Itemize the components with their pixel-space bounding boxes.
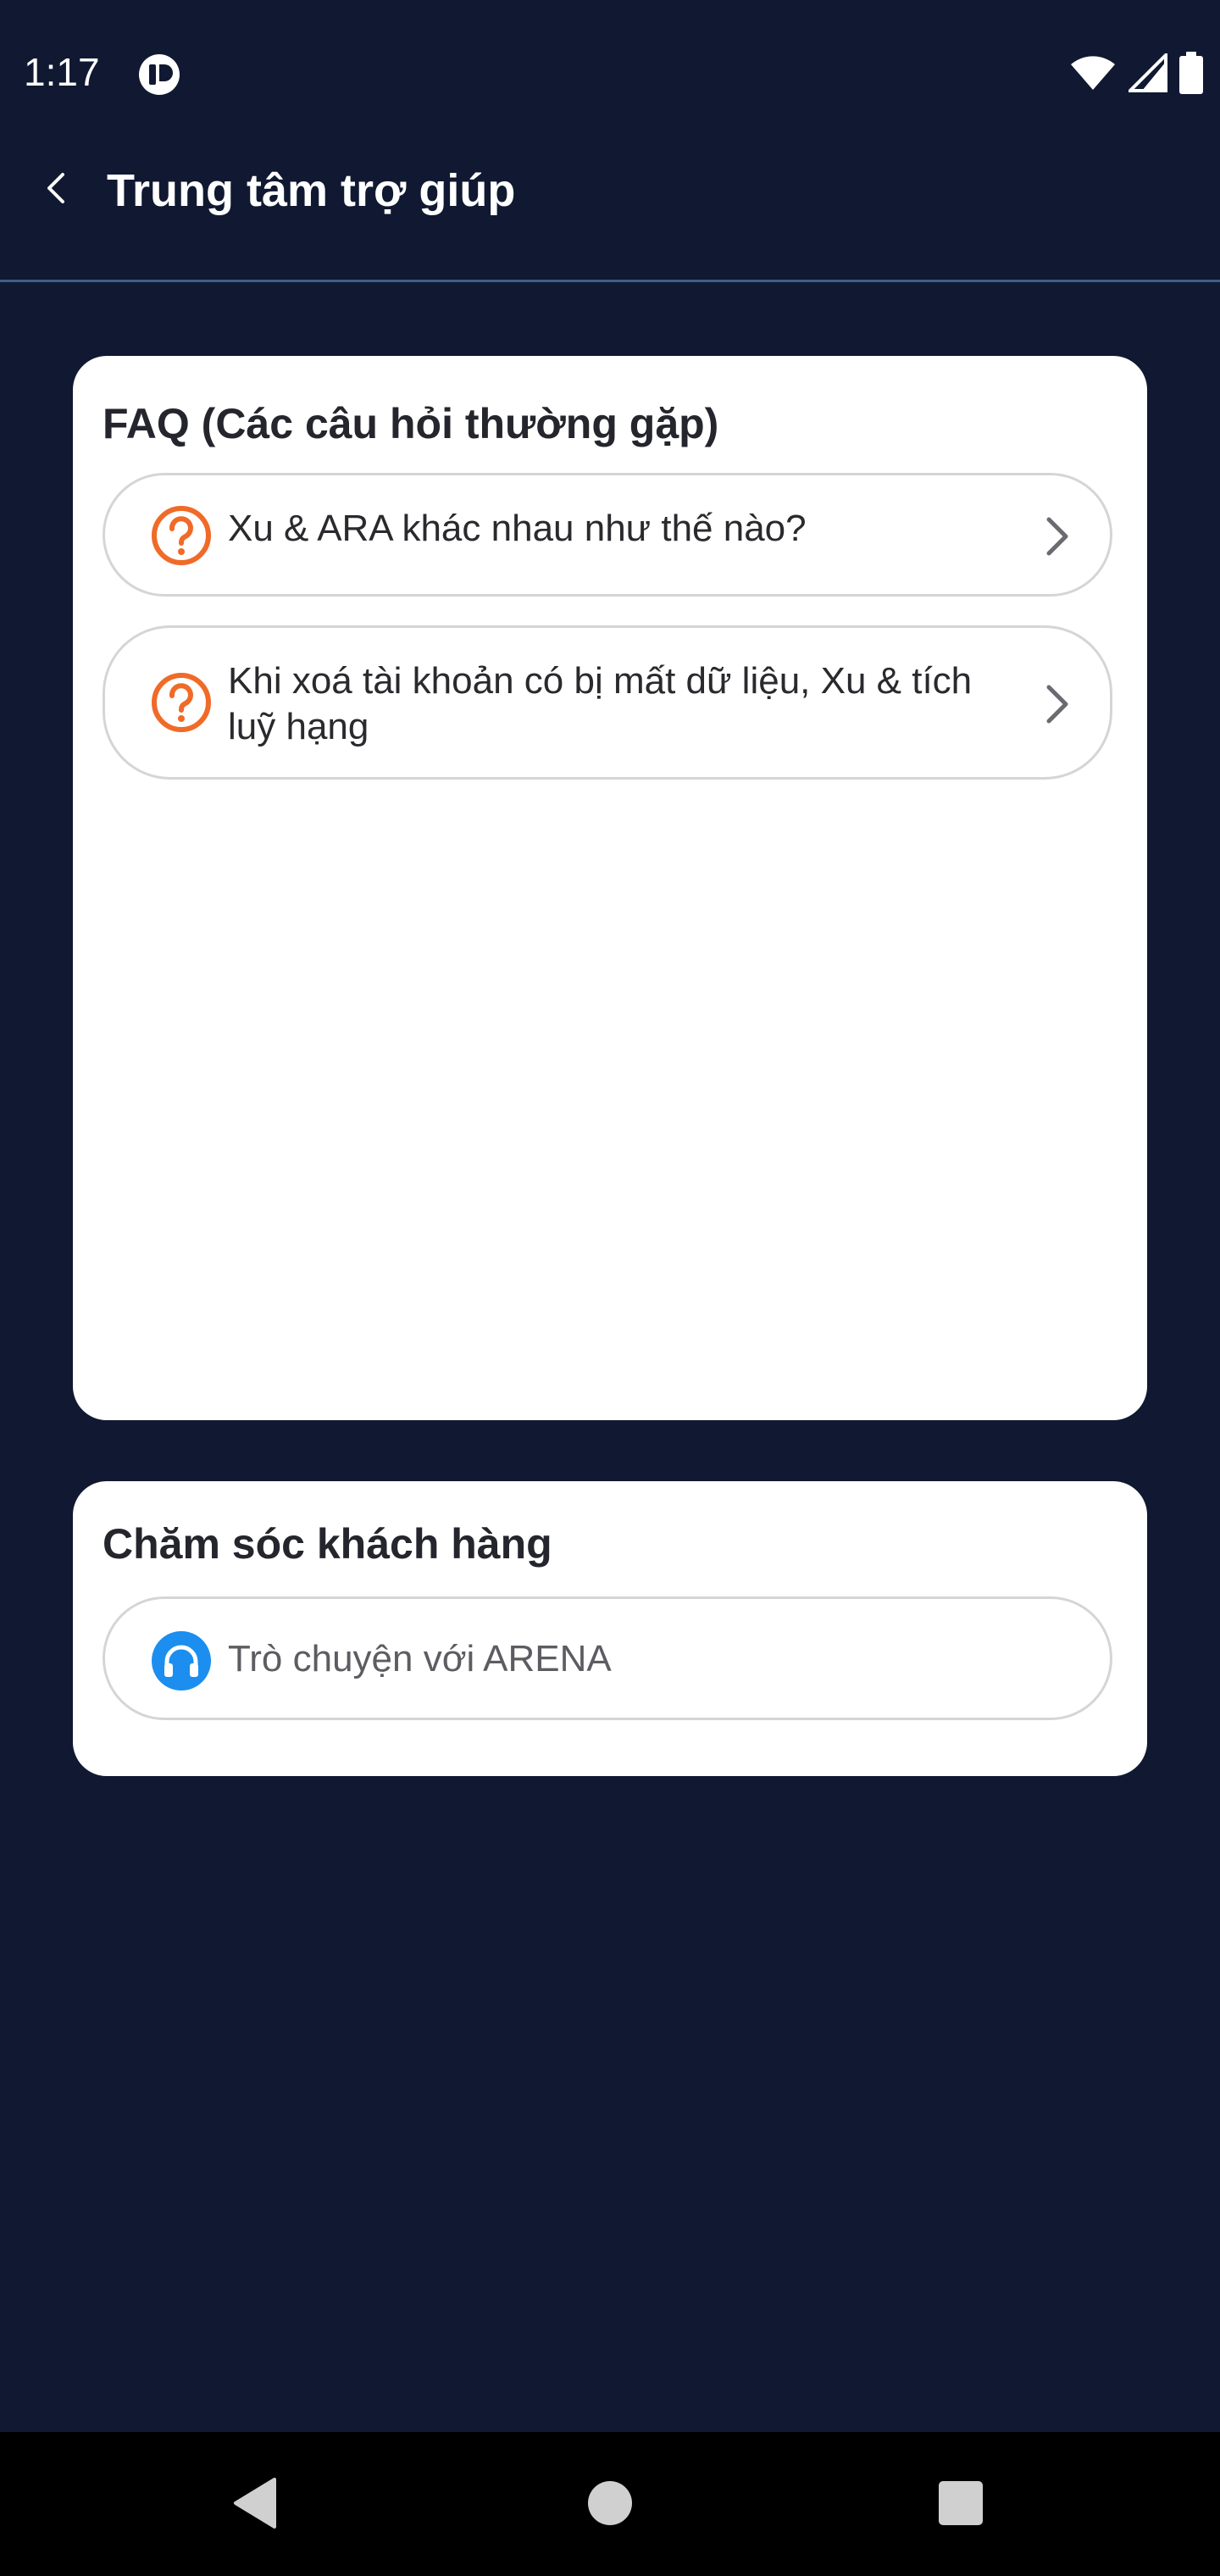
- home-circle-icon: [586, 2479, 634, 2531]
- chevron-left-icon: [44, 171, 68, 209]
- wifi-icon: [1069, 54, 1117, 96]
- page-title: Trung tâm trợ giúp: [107, 165, 516, 216]
- support-card: Chăm sóc khách hàng Trò chuyện với ARENA: [73, 1481, 1147, 1776]
- question-circle-icon: [150, 671, 213, 734]
- chevron-right-icon: [1039, 511, 1076, 562]
- chat-with-arena-button[interactable]: Trò chuyện với ARENA: [103, 1596, 1112, 1720]
- nav-recents-button[interactable]: [925, 2469, 996, 2540]
- battery-icon: [1179, 51, 1203, 98]
- question-circle-icon: [150, 504, 213, 567]
- back-button[interactable]: [30, 164, 81, 215]
- status-icons: [1069, 50, 1203, 98]
- faq-item[interactable]: Khi xoá tài khoản có bị mất dữ liệu, Xu …: [103, 625, 1112, 780]
- header-divider: [0, 280, 1220, 282]
- faq-item-label: Khi xoá tài khoản có bị mất dữ liệu, Xu …: [228, 660, 973, 747]
- support-title: Chăm sóc khách hàng: [103, 1520, 552, 1568]
- faq-card: FAQ (Các câu hỏi thường gặp) Xu & ARA kh…: [73, 356, 1147, 1420]
- nav-home-button[interactable]: [574, 2469, 646, 2540]
- cellular-signal-icon: [1126, 50, 1167, 97]
- status-time: 1:17: [24, 50, 100, 94]
- faq-item-label: Xu & ARA khác nhau như thế nào?: [228, 508, 807, 549]
- status-bar: 1:17: [0, 0, 1220, 144]
- headset-icon: [150, 1629, 213, 1692]
- faq-title: FAQ (Các câu hỏi thường gặp): [103, 400, 719, 447]
- back-triangle-icon: [229, 2476, 280, 2534]
- app-bar: Trung tâm trợ giúp: [0, 144, 1220, 280]
- faq-item[interactable]: Xu & ARA khác nhau như thế nào?: [103, 473, 1112, 597]
- chat-label: Trò chuyện với ARENA: [228, 1638, 612, 1679]
- nav-back-button[interactable]: [219, 2469, 290, 2540]
- system-nav-bar: [0, 2432, 1220, 2576]
- chevron-right-icon: [1039, 679, 1076, 730]
- app-notification-icon: [137, 53, 181, 97]
- recents-square-icon: [937, 2479, 984, 2531]
